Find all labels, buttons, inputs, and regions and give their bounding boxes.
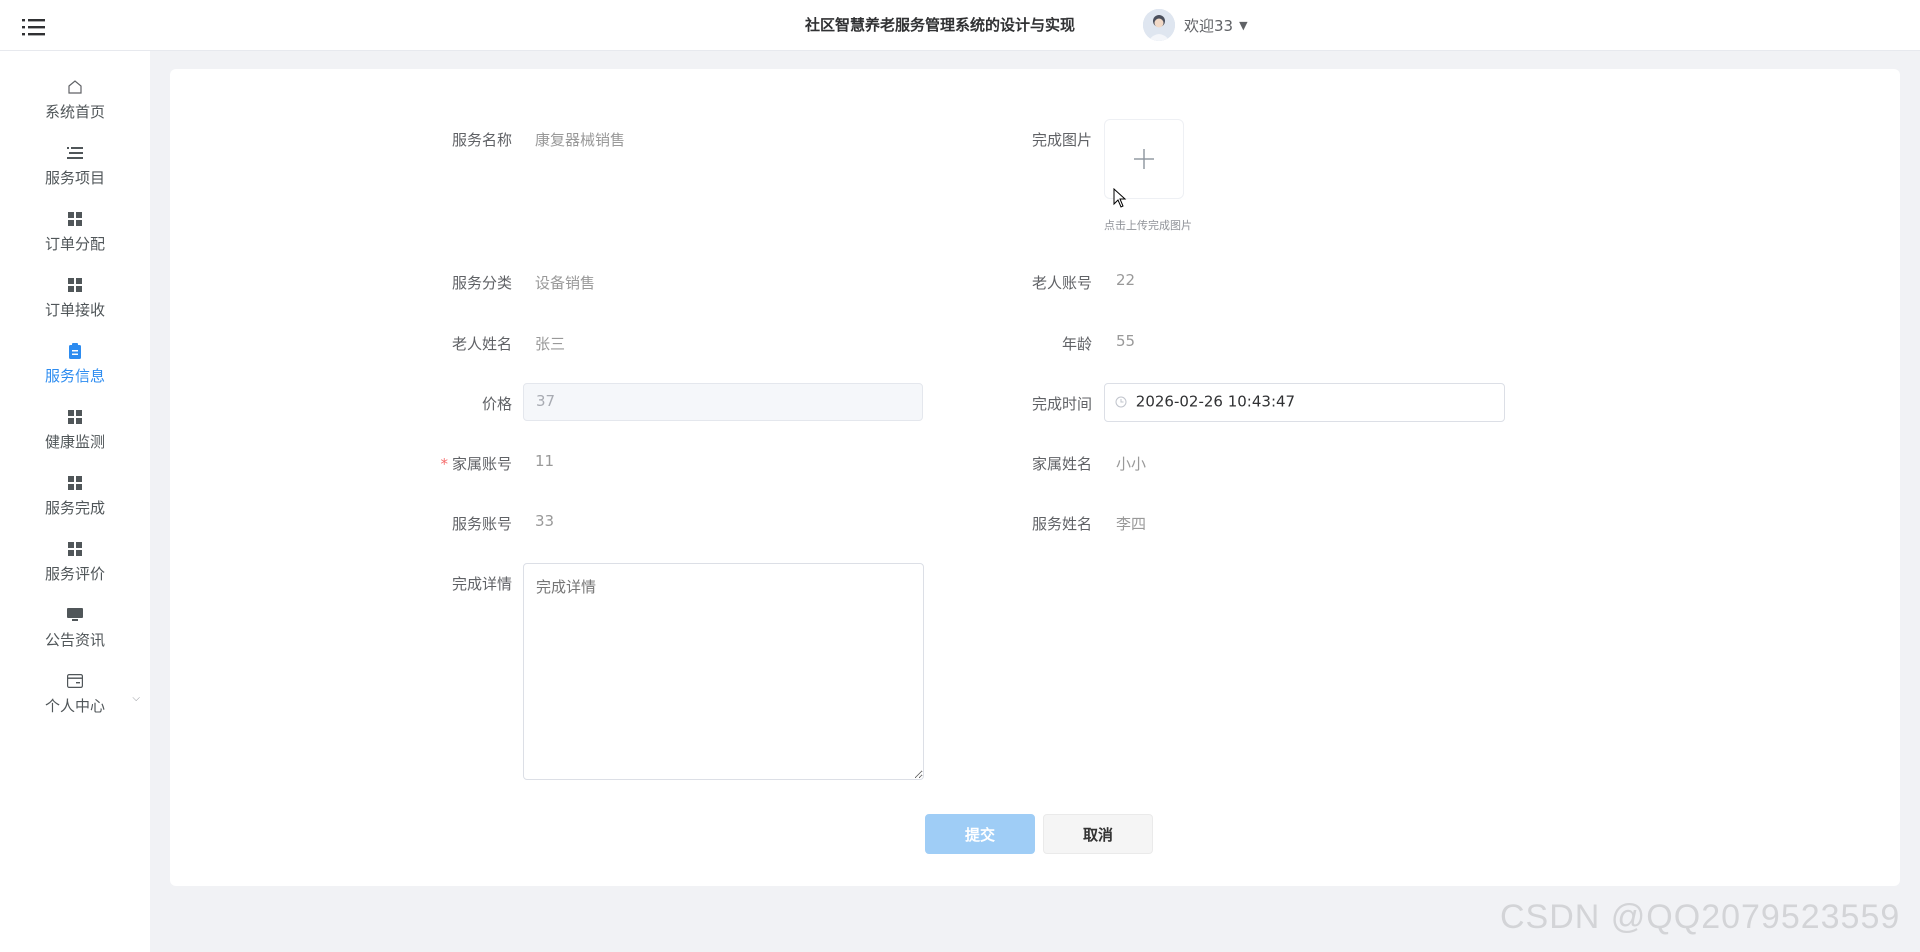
service-person-name-value: 李四 [1116,515,1147,533]
service-category-value: 设备销售 [535,274,596,292]
sidebar-item-label: 订单分配 [44,235,105,253]
top-header: 社区智慧养老服务管理系统的设计与实现 欢迎33 ▼ [0,0,1920,51]
sidebar-item-label: 个人中心 [44,697,105,715]
elder-account-label: 老人账号 [1031,274,1092,292]
watermark: CSDN @QQ2079523559 [1500,898,1901,936]
sidebar-item-announcements[interactable]: 公告资讯 [0,587,150,651]
complete-detail-textarea[interactable] [523,563,924,780]
service-category-label: 服务分类 [451,274,512,292]
caret-down-icon: ▼ [1239,18,1248,32]
grid-icon [65,473,85,493]
complete-detail-label: 完成详情 [451,575,512,593]
complete-time-value: 2026-02-26 10:43:47 [1135,392,1296,411]
welcome-text: 欢迎33 [1184,16,1234,35]
clipboard-icon [65,341,85,361]
sidebar-item-order-assign[interactable]: 订单分配 [0,191,150,255]
sidebar-item-health-monitor[interactable]: 健康监测 [0,389,150,453]
sidebar-item-service-review[interactable]: 服务评价 [0,521,150,585]
service-name-label: 服务名称 [451,131,512,149]
age-label: 年龄 [1061,335,1092,353]
sidebar-item-label: 服务评价 [44,565,105,583]
upload-tip: 点击上传完成图片 [1104,219,1192,232]
monitor-icon [65,605,85,625]
sidebar-item-label: 订单接收 [44,301,105,319]
grid-icon [65,539,85,559]
clock-icon [1115,396,1127,407]
grid-icon [65,275,85,295]
family-name-label: 家属姓名 [1031,455,1092,473]
sidebar-item-label: 服务项目 [44,169,105,187]
service-name-value: 康复器械销售 [535,131,626,149]
grid-icon [65,209,85,229]
family-name-value: 小小 [1116,455,1147,473]
sidebar-item-label: 健康监测 [44,433,105,451]
family-account-label: * 家属账号 [392,453,512,474]
age-value: 55 [1116,332,1136,350]
sidebar-item-order-receive[interactable]: 订单接收 [0,257,150,321]
avatar [1143,9,1175,41]
elder-name-label: 老人姓名 [451,335,512,353]
plus-icon [1134,149,1154,169]
family-account-value: 11 [535,452,555,470]
sidebar-item-personal-center[interactable]: 个人中心 ⌵ [0,653,150,717]
cancel-button[interactable]: 取消 [1043,814,1153,854]
complete-image-label: 完成图片 [1031,131,1092,149]
list-icon [65,143,85,163]
sidebar-item-label: 系统首页 [44,103,105,121]
home-icon [65,77,85,97]
family-account-label-text: 家属账号 [451,455,512,473]
grid-icon [65,407,85,427]
sidebar-item-label: 服务完成 [44,499,105,517]
complete-time-label: 完成时间 [1031,395,1092,413]
user-menu[interactable]: 欢迎33 ▼ [1143,6,1248,44]
sidebar-item-label: 服务信息 [44,367,105,385]
service-account-value: 33 [535,512,555,530]
submit-button[interactable]: 提交 [925,814,1035,854]
card-icon [65,671,85,691]
price-value: 37 [536,392,556,410]
image-upload-button[interactable] [1104,119,1184,199]
form-card: 服务名称 康复器械销售 完成图片 点击上传完成图片 服务分类 设备销售 老人账号… [170,69,1900,886]
elder-account-value: 22 [1116,271,1136,289]
complete-time-picker[interactable]: 2026-02-26 10:43:47 [1104,383,1505,422]
mouse-cursor-icon [1113,187,1127,212]
price-label: 价格 [481,395,512,413]
price-input[interactable]: 37 [523,383,923,421]
elder-name-value: 张三 [535,335,566,353]
sidebar-item-service-complete[interactable]: 服务完成 [0,455,150,519]
sidebar-item-home[interactable]: 系统首页 [0,59,150,123]
site-title: 社区智慧养老服务管理系统的设计与实现 [804,16,1075,34]
service-account-label: 服务账号 [451,515,512,533]
sidebar-item-label: 公告资讯 [44,631,105,649]
sidebar: 系统首页 服务项目 订单分配 订单接收 服务信息 健康监测 服务完成 服务评价 … [0,51,150,952]
required-mark: * [440,455,448,473]
chevron-down-icon: ⌵ [132,693,140,704]
sidebar-item-service-info[interactable]: 服务信息 [0,323,150,387]
sidebar-item-service-projects[interactable]: 服务项目 [0,125,150,189]
service-person-name-label: 服务姓名 [1031,515,1092,533]
